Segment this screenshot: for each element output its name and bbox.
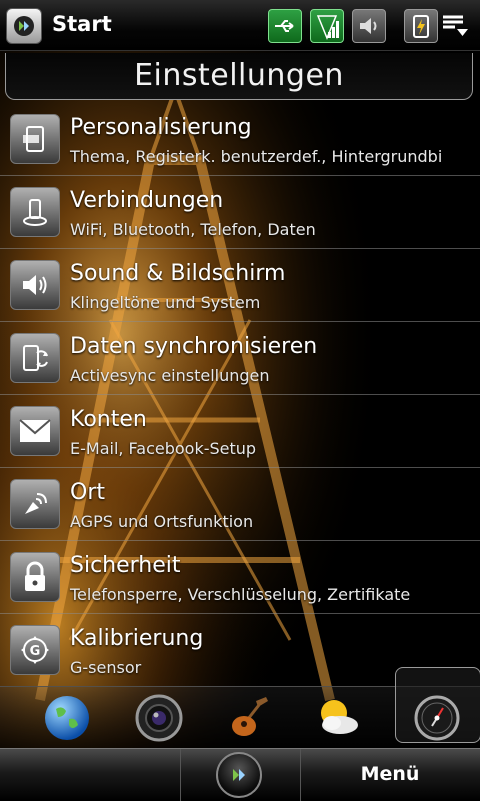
windows-start-icon[interactable] xyxy=(6,8,42,44)
connections-icon xyxy=(10,187,60,237)
settings-item-konten[interactable]: Konten E-Mail, Facebook-Setup xyxy=(0,395,480,468)
settings-item-sound-bildschirm[interactable]: Sound & Bildschirm Klingeltöne und Syste… xyxy=(0,249,480,322)
item-title: Konten xyxy=(70,407,147,432)
item-subtitle: AGPS und Ortsfunktion xyxy=(70,512,254,531)
battery-charging-icon[interactable] xyxy=(404,9,438,43)
internet-globe-icon[interactable] xyxy=(38,690,96,746)
item-title: Sicherheit xyxy=(70,553,181,578)
app-dock xyxy=(0,667,480,749)
settings-compass-icon[interactable] xyxy=(408,690,466,746)
item-title: Kalibrierung xyxy=(70,626,204,651)
settings-item-daten-synchronisieren[interactable]: Daten synchronisieren Activesync einstel… xyxy=(0,322,480,395)
item-subtitle: E-Mail, Facebook-Setup xyxy=(70,439,257,458)
svg-text:G: G xyxy=(30,644,41,659)
sound-icon xyxy=(10,260,60,310)
settings-item-sicherheit[interactable]: Sicherheit Telefonsperre, Verschlüsselun… xyxy=(0,541,480,614)
item-title: Personalisierung xyxy=(70,115,252,140)
settings-item-personalisierung[interactable]: Personalisierung Thema, Registerk. benut… xyxy=(0,103,480,176)
item-title: Sound & Bildschirm xyxy=(70,261,286,286)
item-title: Verbindungen xyxy=(70,188,224,213)
settings-item-ort[interactable]: Ort AGPS und Ortsfunktion xyxy=(0,468,480,541)
settings-item-verbindungen[interactable]: Verbindungen WiFi, Bluetooth, Telefon, D… xyxy=(0,176,480,249)
camera-icon[interactable] xyxy=(130,690,188,746)
page-title: Einstellungen xyxy=(134,58,344,93)
location-antenna-icon xyxy=(10,479,60,529)
item-subtitle: Klingeltöne und System xyxy=(70,293,261,312)
sync-icon xyxy=(10,333,60,383)
weather-icon[interactable] xyxy=(308,690,366,746)
menu-softkey-label: Menü xyxy=(360,763,420,785)
usb-connection-icon[interactable] xyxy=(268,9,302,43)
item-subtitle: Activesync einstellungen xyxy=(70,366,270,385)
start-label[interactable]: Start xyxy=(52,12,112,36)
item-title: Ort xyxy=(70,480,105,505)
status-bar: Start xyxy=(0,0,480,51)
item-subtitle: WiFi, Bluetooth, Telefon, Daten xyxy=(70,220,316,239)
home-windows-icon[interactable] xyxy=(216,752,262,798)
left-softkey[interactable] xyxy=(0,749,181,801)
item-subtitle: Telefonsperre, Verschlüsselung, Zertifik… xyxy=(70,585,411,604)
item-subtitle: G-sensor xyxy=(70,658,142,677)
music-guitar-icon[interactable] xyxy=(222,690,280,746)
volume-icon[interactable] xyxy=(352,9,386,43)
item-subtitle: Thema, Registerk. benutzerdef., Hintergr… xyxy=(70,147,443,166)
signal-strength-icon[interactable] xyxy=(310,9,344,43)
settings-list: Personalisierung Thema, Registerk. benut… xyxy=(0,103,480,687)
personalize-icon xyxy=(10,114,60,164)
page-header: Einstellungen xyxy=(5,53,473,100)
menu-toggle-icon[interactable] xyxy=(440,9,470,41)
item-title: Daten synchronisieren xyxy=(70,334,318,359)
lock-icon xyxy=(10,552,60,602)
mail-icon xyxy=(10,406,60,456)
gsensor-icon: G xyxy=(10,625,60,675)
